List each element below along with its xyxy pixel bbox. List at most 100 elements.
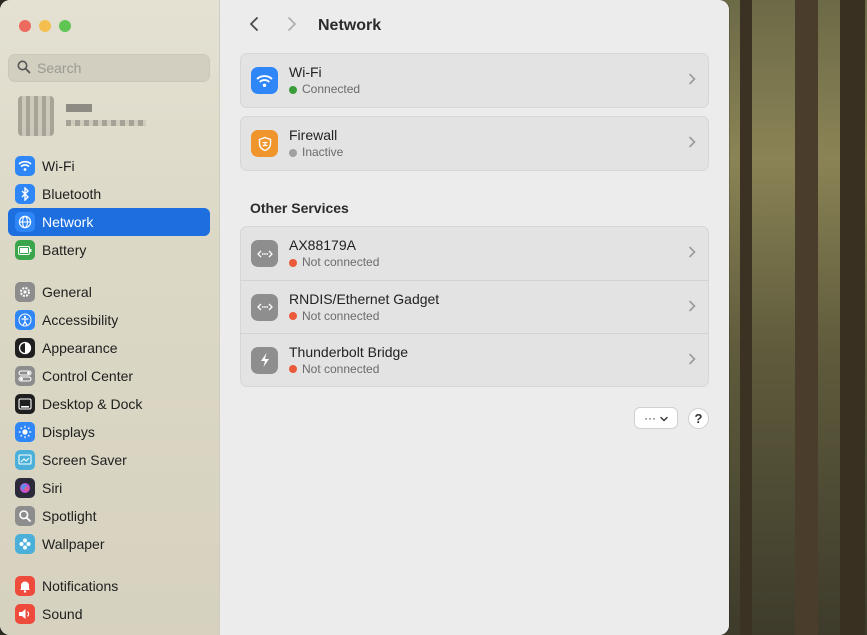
firewall-row[interactable]: Firewall Inactive — [241, 117, 708, 170]
sidebar-item-network[interactable]: Network — [8, 208, 210, 236]
forward-button[interactable] — [278, 14, 306, 38]
wifi-service-card: Wi-Fi Connected — [240, 53, 709, 108]
sidebar-item-label: General — [42, 284, 92, 300]
displays-icon — [15, 422, 35, 442]
thunderbolt-icon — [251, 346, 278, 374]
service-status-label: Not connected — [302, 361, 380, 376]
sidebar-item-general[interactable]: General — [8, 278, 210, 306]
service-row-rndis-ethernet-gadget[interactable]: RNDIS/Ethernet Gadget Not connected — [241, 280, 708, 333]
battery-icon — [15, 240, 35, 260]
status-dot — [289, 148, 297, 157]
sidebar-item-label: Control Center — [42, 368, 134, 384]
service-status: Connected — [289, 82, 360, 97]
service-row-wifi[interactable]: Wi-Fi Connected — [241, 54, 708, 107]
sidebar-item-label: Wi-Fi — [42, 158, 75, 174]
other-services-heading: Other Services — [250, 200, 349, 216]
sidebar-item-bluetooth[interactable]: Bluetooth — [8, 180, 210, 208]
gear-icon — [15, 282, 35, 302]
ethernet-icon — [251, 240, 278, 267]
sidebar-item-notifications[interactable]: Notifications — [8, 572, 210, 600]
sound-icon — [15, 604, 35, 624]
service-name: Wi-Fi — [289, 64, 322, 80]
back-button[interactable] — [240, 14, 268, 38]
status-dot — [289, 258, 297, 267]
sidebar-item-battery[interactable]: Battery — [8, 236, 210, 264]
sidebar-item-accessibility[interactable]: Accessibility — [8, 306, 210, 334]
toolbar: Network — [240, 14, 381, 38]
desktop-dock-icon — [15, 394, 35, 414]
profile-subtitle-redacted — [66, 120, 146, 126]
search-input[interactable] — [37, 60, 197, 76]
wifi-icon — [15, 156, 35, 176]
wifi-icon — [251, 67, 278, 94]
sidebar-item-label: Network — [42, 214, 94, 230]
sidebar-item-wifi[interactable]: Wi-Fi — [8, 152, 210, 180]
firewall-name: Firewall — [289, 127, 338, 143]
service-status-label: Not connected — [302, 255, 380, 269]
apple-account[interactable] — [18, 96, 208, 136]
sidebar-item-displays[interactable]: Displays — [8, 418, 210, 446]
chevron-right-icon — [688, 299, 696, 316]
sidebar-item-label: Bluetooth — [42, 186, 102, 202]
screen-saver-icon — [15, 450, 35, 470]
sidebar-item-label: Screen Saver — [42, 452, 127, 468]
sidebar-item-label: Wallpaper — [42, 536, 105, 552]
chevron-right-icon — [688, 72, 696, 89]
chevron-right-icon — [688, 352, 696, 369]
sidebar-item-spotlight[interactable]: Spotlight — [8, 502, 210, 530]
avatar — [18, 96, 54, 136]
zoom-button[interactable] — [59, 20, 71, 32]
sidebar-item-siri[interactable]: Siri — [8, 474, 210, 502]
globe-icon — [15, 212, 35, 232]
spotlight-icon — [15, 506, 35, 526]
status-dot — [289, 312, 297, 320]
sidebar-item-label: Sound — [42, 606, 83, 622]
bluetooth-icon — [15, 184, 35, 204]
chevron-right-icon — [688, 135, 696, 152]
firewall-status: Inactive — [289, 145, 343, 160]
more-label: ··· — [644, 411, 656, 425]
service-row-thunderbolt-bridge[interactable]: Thunderbolt Bridge Not connected — [241, 333, 708, 386]
search-field[interactable] — [8, 54, 210, 82]
more-actions-button[interactable]: ··· — [634, 407, 678, 429]
sidebar-item-label: Spotlight — [42, 508, 97, 524]
sidebar-item-label: Battery — [42, 242, 87, 258]
wallpaper-icon — [15, 534, 35, 554]
sidebar-item-label: Appearance — [42, 340, 118, 356]
firewall-card: Firewall Inactive — [240, 116, 709, 171]
sidebar-item-screen-saver[interactable]: Screen Saver — [8, 446, 210, 474]
service-name: RNDIS/Ethernet Gadget — [289, 290, 440, 307]
sidebar-item-control-center[interactable]: Control Center — [8, 362, 210, 390]
sidebar-item-wallpaper[interactable]: Wallpaper — [8, 530, 210, 558]
bottom-actions: ··· ? — [634, 407, 709, 429]
service-status: Not connected — [289, 309, 439, 324]
appearance-icon — [15, 338, 35, 358]
window-controls — [19, 20, 71, 32]
sidebar-item-desktop-dock[interactable]: Desktop & Dock — [8, 390, 210, 418]
firewall-icon — [251, 130, 278, 157]
other-services-card: AX88179A Not connected RNDIS/Ethernet Ga… — [240, 226, 709, 387]
control-center-icon — [15, 366, 35, 386]
siri-icon — [15, 478, 35, 498]
firewall-status-label: Inactive — [302, 145, 344, 159]
sidebar-item-appearance[interactable]: Appearance — [8, 334, 210, 362]
service-status-label: Not connected — [302, 308, 380, 323]
accessibility-icon — [15, 310, 35, 330]
ethernet-icon — [251, 293, 278, 321]
sidebar-item-sound[interactable]: Sound — [8, 600, 210, 628]
minimize-button[interactable] — [39, 20, 51, 32]
service-row-ax88179a[interactable]: AX88179A Not connected — [241, 227, 708, 280]
system-settings-window: Wi-Fi Bluetooth Network Battery — [0, 0, 729, 635]
sidebar-item-label: Accessibility — [42, 312, 119, 328]
page-title: Network — [318, 17, 382, 34]
sidebar-item-label: Notifications — [42, 578, 119, 594]
sidebar-item-label: Siri — [42, 480, 63, 496]
profile-name-redacted — [66, 104, 92, 112]
help-button[interactable]: ? — [688, 407, 709, 429]
close-button[interactable] — [19, 20, 31, 32]
help-label: ? — [694, 410, 703, 426]
chevron-down-icon — [660, 411, 668, 425]
service-name: AX88179A — [289, 237, 356, 253]
service-status: Not connected — [289, 362, 408, 377]
service-status: Not connected — [289, 255, 379, 270]
